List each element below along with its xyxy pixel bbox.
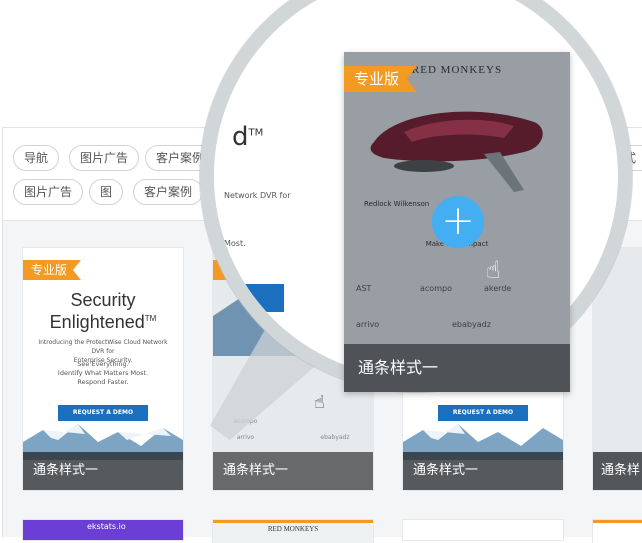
card-caption: 通条样式一 (403, 452, 563, 490)
card-caption: 通条样 (593, 452, 642, 490)
tag-image[interactable]: 图 (89, 179, 124, 205)
lens-fragment-text2: Most. (224, 239, 246, 248)
pointer-hand-icon-small: ☝ (314, 392, 325, 413)
tag-image-ad-2[interactable]: 图片广告 (13, 179, 84, 205)
logo-row-2: arrivo ebabyadz (236, 434, 350, 441)
card-title-line2: EnlightenedTM (49, 312, 157, 332)
pro-badge: 专业版 (23, 260, 82, 280)
template-card-7[interactable] (403, 520, 563, 540)
card-caption: 通条样式一 (23, 452, 183, 490)
card-tagline: See Everything. Identify What Matters Mos… (57, 360, 149, 386)
card-caption: 通条样式一 (344, 344, 570, 392)
tag-customer-case-2[interactable]: 客户案例 (133, 179, 204, 205)
template-card-6[interactable]: RED MONKEYS (213, 520, 373, 543)
card-caption: 通条样式一 (213, 452, 373, 490)
card-title-line1: Security (70, 290, 136, 310)
brand-text: RED MONKEYS (267, 525, 319, 533)
lens-demo-button (224, 284, 284, 312)
request-demo-button[interactable]: REQUEST A DEMO (438, 405, 528, 421)
tag-nav[interactable]: 导航 (13, 145, 60, 171)
lens-card-fragment: dTM Network DVR for Most. (214, 0, 304, 378)
template-card-1[interactable]: 专业版 Security EnlightenedTM Introducing t… (23, 248, 183, 490)
template-card-8[interactable] (593, 520, 642, 543)
request-demo-button[interactable]: REQUEST A DEMO (58, 405, 148, 421)
add-template-button[interactable]: + (432, 196, 484, 248)
tag-image-ad[interactable]: 图片广告 (69, 145, 140, 171)
purple-card-text: ekstats.io (87, 522, 126, 531)
lens-fragment-text1: Network DVR for (224, 191, 291, 200)
pro-badge: 专业版 (344, 66, 418, 92)
template-card-5[interactable]: ekstats.io (23, 520, 183, 540)
pointer-hand-icon: ☝ (486, 256, 501, 284)
lens-fragment-d: dTM (232, 122, 264, 152)
